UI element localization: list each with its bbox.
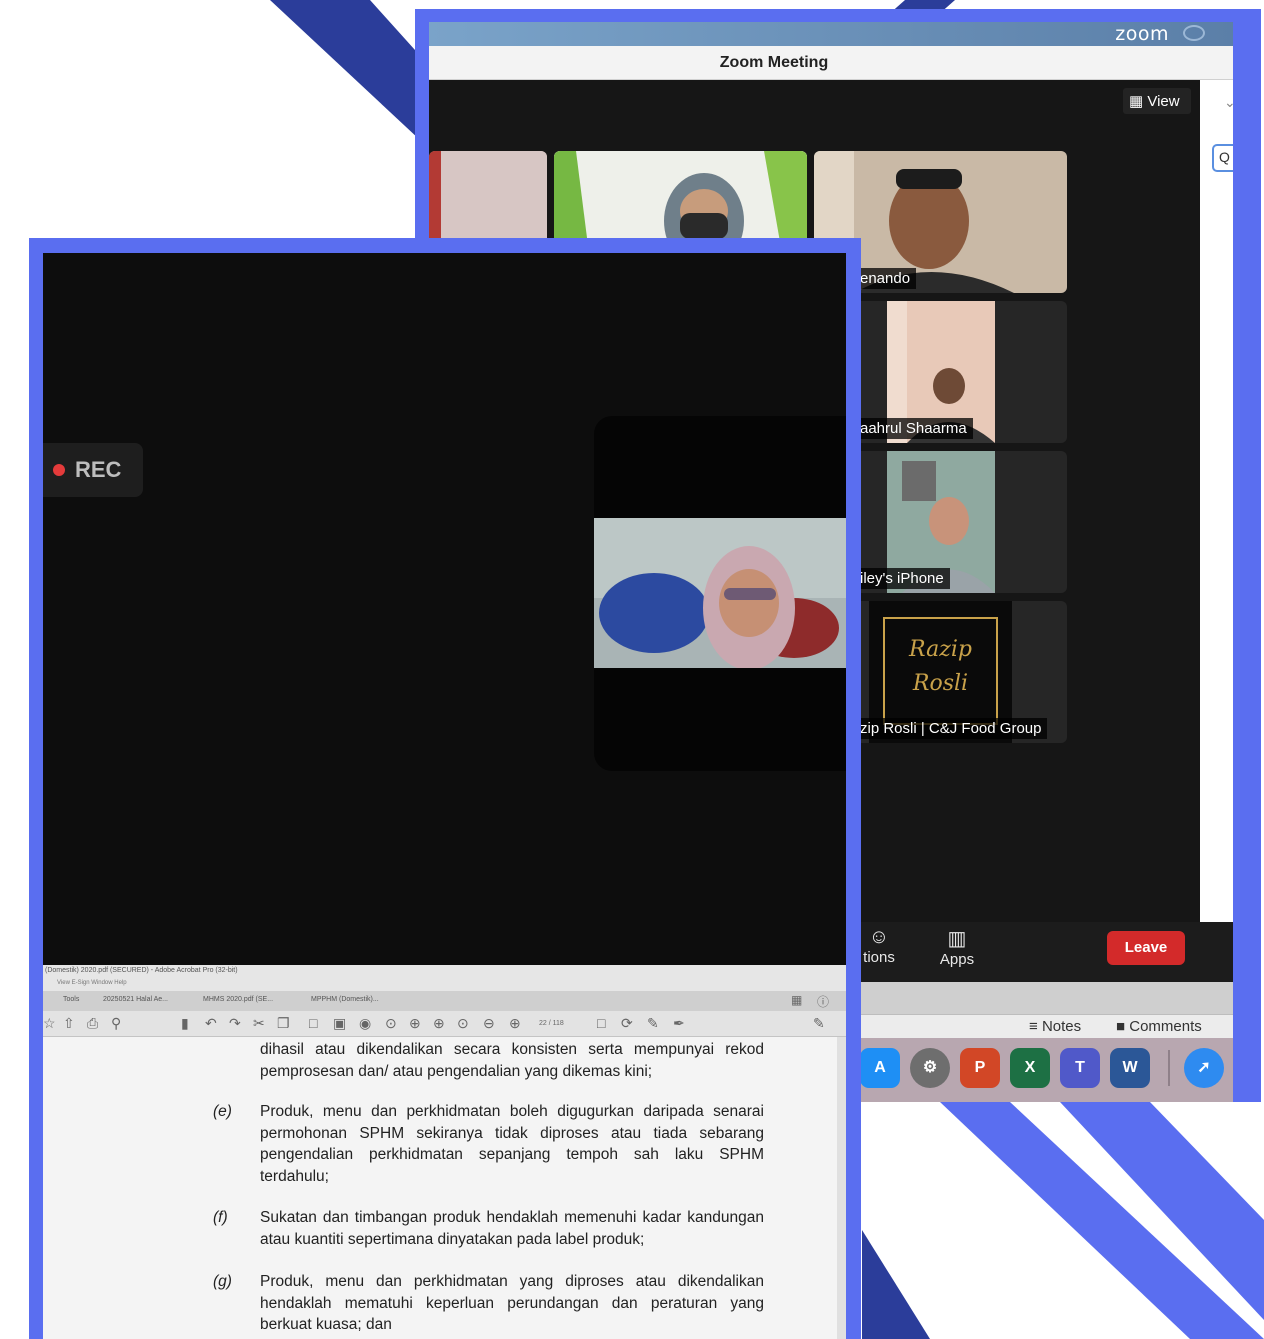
acrobat-title: (Domestik) 2020.pdf (SECURED) - Adobe Ac… — [43, 965, 846, 979]
rotate-icon[interactable]: ⟳ — [621, 1015, 633, 1032]
redo-icon[interactable]: ↷ — [229, 1015, 241, 1032]
page-icon[interactable]: □ — [309, 1015, 317, 1031]
help-icon[interactable]: ⓘ — [817, 993, 829, 1010]
paragraph-label: (g) — [213, 1273, 232, 1290]
app-store-icon[interactable]: A — [860, 1048, 900, 1088]
chevron-down-icon[interactable]: ⌄ — [1224, 94, 1233, 111]
zoom-logo: zoom — [1115, 23, 1169, 45]
speaker-video — [594, 518, 846, 668]
star-icon[interactable]: ☆ — [43, 1015, 56, 1032]
upload-icon[interactable]: ⇧ — [63, 1015, 75, 1032]
share-icon[interactable]: ▦ — [791, 993, 802, 1007]
recording-label: REC — [75, 457, 122, 482]
card-name-line2: Rosli — [912, 671, 969, 696]
view-label: View — [1147, 93, 1180, 110]
leave-button[interactable]: Leave — [1107, 931, 1185, 965]
paragraph: Sukatan dan timbangan produk hendaklah m… — [260, 1209, 764, 1248]
dock-divider — [1168, 1050, 1170, 1086]
scrollbar[interactable] — [837, 1037, 846, 1339]
word-icon[interactable]: W — [1110, 1048, 1150, 1088]
cut-icon[interactable]: ✂ — [253, 1015, 265, 1032]
scan-icon[interactable]: ▣ — [333, 1015, 346, 1032]
page-indicator[interactable]: 22 / 118 — [539, 1020, 564, 1027]
tab-document[interactable]: MHMS 2020.pdf (SE... — [203, 996, 273, 1003]
teams-icon[interactable]: T — [1060, 1048, 1100, 1088]
notes-label: Notes — [1041, 1018, 1082, 1035]
paragraph: Produk, menu dan perkhidmatan yang dipro… — [260, 1273, 764, 1333]
notes-icon: ≡ — [1029, 1018, 1038, 1035]
side-panel — [1200, 80, 1233, 980]
search-icon[interactable]: ⚲ — [111, 1015, 121, 1032]
acrobat-window: (Domestik) 2020.pdf (SECURED) - Adobe Ac… — [43, 965, 846, 1339]
up-icon[interactable]: ⊕ — [409, 1015, 421, 1032]
shared-screen-window: REC (Domestik) 2020.pdf (SECURED) - Adob… — [43, 253, 846, 1339]
participant-name: iley's iPhone — [854, 568, 950, 589]
find-icon[interactable]: ◉ — [359, 1015, 371, 1032]
apps-button[interactable]: ▥ Apps — [929, 926, 985, 968]
system-preferences-icon[interactable]: ⚙ — [910, 1048, 950, 1088]
creative-cloud-icon — [1183, 25, 1205, 41]
undo-icon[interactable]: ↶ — [205, 1015, 217, 1032]
collage-stage: zoom Zoom Meeting ▦ View ⌄ Q enando aahr… — [0, 0, 1264, 1339]
fill-sign-icon[interactable]: ✎ — [813, 1015, 825, 1032]
paragraph-label: (f) — [213, 1209, 228, 1226]
copy-icon[interactable]: ❐ — [277, 1015, 290, 1032]
comment-icon[interactable]: □ — [597, 1015, 605, 1031]
zoom-out-icon[interactable]: ⊖ — [483, 1015, 495, 1032]
participant-name: aahrul Shaarma — [854, 418, 973, 439]
window-title: Zoom Meeting — [719, 54, 829, 71]
comment-icon: ■ — [1116, 1018, 1126, 1035]
participant-name: enando — [854, 268, 917, 289]
acrobat-menu[interactable]: View E-Sign Window Help — [43, 979, 846, 991]
participant-name: zip Rosli | C&J Food Group — [854, 718, 1048, 739]
prev-page-icon[interactable]: ⊙ — [385, 1015, 397, 1032]
paragraph-label: (e) — [213, 1103, 232, 1120]
active-speaker-tile[interactable] — [594, 416, 846, 771]
down-icon[interactable]: ⊕ — [433, 1015, 445, 1032]
paragraph: Produk, menu dan perkhidmatan boleh digu… — [260, 1103, 764, 1185]
tab-document[interactable]: 20250521 Halal Ae... — [103, 996, 168, 1003]
safari-icon[interactable]: ➚ — [1184, 1048, 1224, 1088]
grid-icon: ▦ — [1129, 93, 1144, 110]
comments-label: Comments — [1129, 1018, 1202, 1035]
apps-label: Apps — [939, 951, 975, 968]
paragraph: dihasil atau dikendalikan secara konsist… — [260, 1041, 764, 1080]
comments-button[interactable]: ■ Comments — [1116, 1018, 1202, 1035]
view-button[interactable]: ▦ View — [1123, 88, 1191, 114]
pen-icon[interactable]: ✎ — [647, 1015, 659, 1032]
acrobat-toolbar: ☆ ⇧ ⎙ ⚲ ▮ ↶ ↷ ✂ ❐ □ ▣ ◉ ⊙ ⊕ ⊕ ⊙ ⊖ ⊕ 22 /… — [43, 1011, 846, 1037]
sign-icon[interactable]: ✒ — [673, 1015, 685, 1032]
search-input[interactable]: Q — [1212, 144, 1233, 172]
notes-button[interactable]: ≡ Notes — [1029, 1018, 1081, 1035]
powerpoint-icon[interactable]: P — [960, 1048, 1000, 1088]
zoom-titlebar: Zoom Meeting — [429, 46, 1233, 80]
document-page: dihasil atau dikendalikan secara konsist… — [43, 1037, 846, 1339]
record-dot-icon — [53, 464, 65, 476]
zoom-brand-bar: zoom — [429, 22, 1233, 46]
acrobat-tabs: Tools 20250521 Halal Ae... MHMS 2020.pdf… — [43, 991, 846, 1011]
card-name-line1: Razip — [909, 637, 972, 662]
tab-document[interactable]: MPPHM (Domestik)... — [311, 996, 379, 1003]
tab-tools[interactable]: Tools — [63, 996, 79, 1003]
print-icon[interactable]: ⎙ — [87, 1015, 98, 1032]
next-page-icon[interactable]: ⊙ — [457, 1015, 469, 1032]
zoom-in-icon[interactable]: ⊕ — [509, 1015, 521, 1032]
file-icon[interactable]: ▮ — [181, 1015, 189, 1032]
recording-indicator[interactable]: REC — [43, 443, 143, 497]
apps-icon: ▥ — [947, 928, 967, 950]
excel-icon[interactable]: X — [1010, 1048, 1050, 1088]
